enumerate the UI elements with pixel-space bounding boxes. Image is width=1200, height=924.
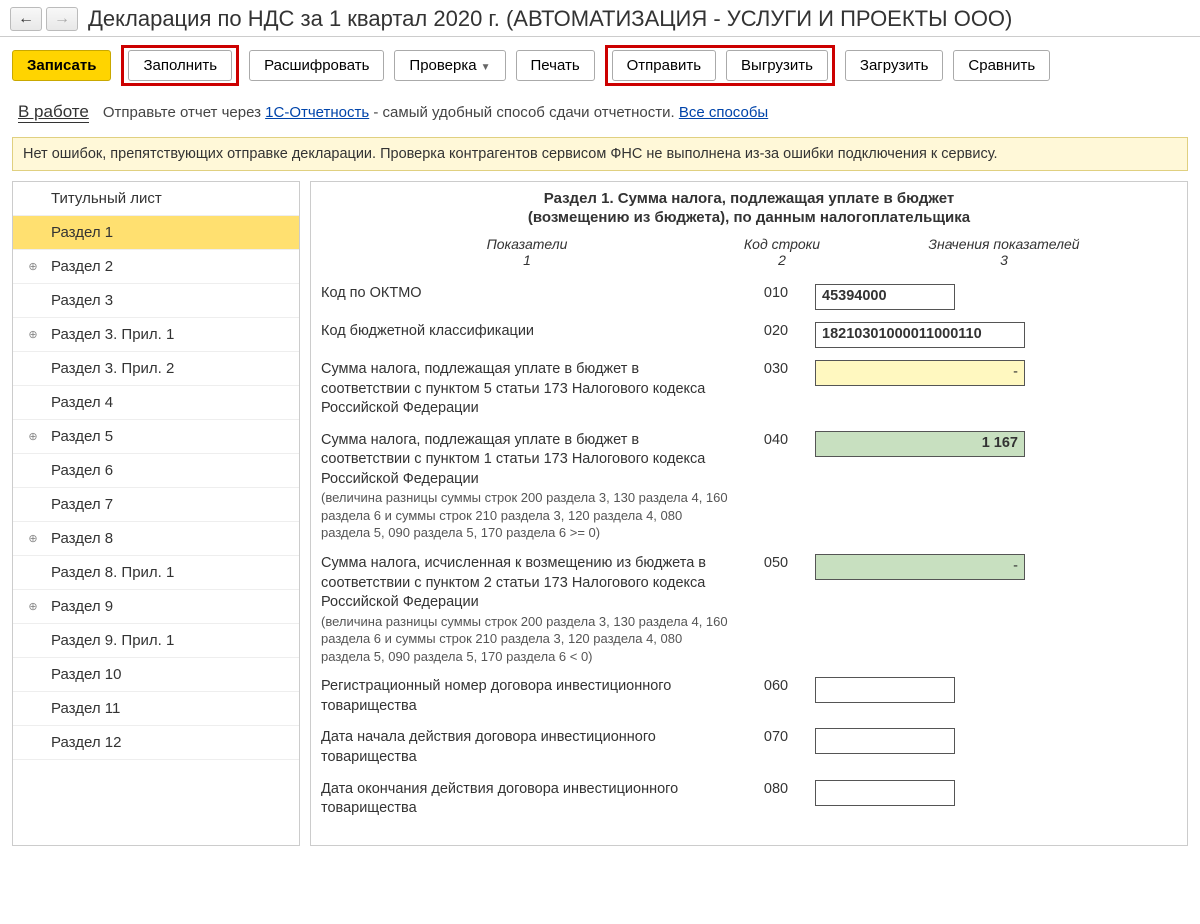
value-field[interactable]: 45394000 bbox=[815, 284, 955, 310]
print-button[interactable]: Печать bbox=[516, 50, 595, 81]
sidebar-item-label: Раздел 3. Прил. 2 bbox=[51, 360, 174, 377]
section-subtitle: (возмещению из бюджета), по данным налог… bbox=[317, 209, 1181, 236]
form-row: Код по ОКТМО01045394000 bbox=[317, 278, 1181, 316]
sidebar-item-label: Титульный лист bbox=[51, 190, 162, 207]
sidebar-item[interactable]: ⊕ Раздел 8 bbox=[13, 522, 299, 556]
sidebar-item-label: Раздел 9. Прил. 1 bbox=[51, 632, 174, 649]
form-row: Регистрационный номер договора инвестици… bbox=[317, 671, 1181, 722]
sidebar-item-label: Раздел 12 bbox=[51, 734, 121, 751]
sidebar-item-label: Раздел 8. Прил. 1 bbox=[51, 564, 174, 581]
form-row: Дата окончания действия договора инвести… bbox=[317, 774, 1181, 825]
value-field[interactable]: - bbox=[815, 554, 1025, 580]
sidebar-item-label: Раздел 8 bbox=[51, 530, 113, 547]
value-field[interactable] bbox=[815, 677, 955, 703]
sidebar-item[interactable]: Раздел 1 bbox=[13, 216, 299, 250]
expand-icon[interactable]: ⊕ bbox=[27, 328, 39, 340]
sidebar-item[interactable]: Раздел 9. Прил. 1 bbox=[13, 624, 299, 658]
column-headers: Показатели1 Код строки2 Значения показат… bbox=[317, 236, 1181, 278]
sidebar-item-label: Раздел 2 bbox=[51, 258, 113, 275]
row-label: Код по ОКТМО bbox=[321, 284, 737, 304]
row-label: Код бюджетной классификации bbox=[321, 322, 737, 342]
sidebar-item[interactable]: ⊕ Раздел 2 bbox=[13, 250, 299, 284]
link-1c-report[interactable]: 1С-Отчетность bbox=[265, 104, 369, 121]
row-label: Сумма налога, исчисленная к возмещению и… bbox=[321, 554, 737, 665]
value-field[interactable]: 18210301000011000110 bbox=[815, 322, 1025, 348]
sidebar-item-label: Раздел 5 bbox=[51, 428, 113, 445]
row-code: 070 bbox=[741, 728, 811, 745]
form-row: Сумма налога, исчисленная к возмещению и… bbox=[317, 548, 1181, 671]
sidebar-item-label: Раздел 3. Прил. 1 bbox=[51, 326, 174, 343]
compare-button[interactable]: Сравнить bbox=[953, 50, 1050, 81]
fill-button[interactable]: Заполнить bbox=[128, 50, 232, 81]
chevron-down-icon: ▼ bbox=[481, 62, 491, 73]
form-row: Код бюджетной классификации0201821030100… bbox=[317, 316, 1181, 354]
status-text: Отправьте отчет через 1С-Отчетность - са… bbox=[103, 104, 768, 121]
link-all-methods[interactable]: Все способы bbox=[679, 104, 768, 121]
sidebar-item-label: Раздел 7 bbox=[51, 496, 113, 513]
page-title: Декларация по НДС за 1 квартал 2020 г. (… bbox=[88, 6, 1012, 32]
row-code: 040 bbox=[741, 431, 811, 448]
sidebar-item[interactable]: Раздел 3. Прил. 2 bbox=[13, 352, 299, 386]
sidebar-item-label: Раздел 10 bbox=[51, 666, 121, 683]
nav-forward-button[interactable]: → bbox=[46, 7, 78, 31]
row-code: 050 bbox=[741, 554, 811, 571]
send-button[interactable]: Отправить bbox=[612, 50, 716, 81]
highlight-send-export: Отправить Выгрузить bbox=[605, 45, 835, 86]
export-button[interactable]: Выгрузить bbox=[726, 50, 828, 81]
save-button[interactable]: Записать bbox=[12, 50, 111, 81]
status-link[interactable]: В работе bbox=[18, 102, 89, 123]
load-button[interactable]: Загрузить bbox=[845, 50, 944, 81]
value-field[interactable]: 1 167 bbox=[815, 431, 1025, 457]
row-label: Дата окончания действия договора инвести… bbox=[321, 780, 737, 819]
row-label: Сумма налога, подлежащая уплате в бюджет… bbox=[321, 360, 737, 419]
sidebar-item[interactable]: Раздел 8. Прил. 1 bbox=[13, 556, 299, 590]
sidebar-item[interactable]: Раздел 6 bbox=[13, 454, 299, 488]
sidebar-item[interactable]: Раздел 12 bbox=[13, 726, 299, 760]
sidebar-item[interactable]: ⊕ Раздел 5 bbox=[13, 420, 299, 454]
row-code: 080 bbox=[741, 780, 811, 797]
sidebar-item[interactable]: ⊕ Раздел 3. Прил. 1 bbox=[13, 318, 299, 352]
section-title: Раздел 1. Сумма налога, подлежащая уплат… bbox=[317, 186, 1181, 209]
row-label: Сумма налога, подлежащая уплате в бюджет… bbox=[321, 431, 737, 542]
value-field[interactable]: - bbox=[815, 360, 1025, 386]
sidebar-item-label: Раздел 3 bbox=[51, 292, 113, 309]
expand-icon[interactable]: ⊕ bbox=[27, 430, 39, 442]
expand-icon[interactable]: ⊕ bbox=[27, 600, 39, 612]
decode-button[interactable]: Расшифровать bbox=[249, 50, 384, 81]
value-field[interactable] bbox=[815, 780, 955, 806]
sidebar-item[interactable]: Раздел 11 bbox=[13, 692, 299, 726]
row-code: 060 bbox=[741, 677, 811, 694]
sidebar-item[interactable]: Раздел 10 bbox=[13, 658, 299, 692]
sidebar: Титульный лист Раздел 1 ⊕ Раздел 2 Раздел 3 ⊕… bbox=[12, 181, 300, 846]
sidebar-item[interactable]: ⊕ Раздел 9 bbox=[13, 590, 299, 624]
row-code: 030 bbox=[741, 360, 811, 377]
row-label: Дата начала действия договора инвестицио… bbox=[321, 728, 737, 767]
row-code: 020 bbox=[741, 322, 811, 339]
check-button[interactable]: Проверка▼ bbox=[394, 50, 505, 81]
sidebar-item[interactable]: Раздел 4 bbox=[13, 386, 299, 420]
main-panel: Раздел 1. Сумма налога, подлежащая уплат… bbox=[310, 181, 1188, 846]
row-code: 010 bbox=[741, 284, 811, 301]
row-hint: (величина разницы суммы строк 200 раздел… bbox=[321, 489, 729, 542]
form-row: Сумма налога, подлежащая уплате в бюджет… bbox=[317, 354, 1181, 425]
sidebar-item-label: Раздел 1 bbox=[51, 224, 113, 241]
row-label: Регистрационный номер договора инвестици… bbox=[321, 677, 737, 716]
sidebar-item-label: Раздел 4 bbox=[51, 394, 113, 411]
sidebar-item[interactable]: Раздел 3 bbox=[13, 284, 299, 318]
sidebar-item-label: Раздел 11 bbox=[51, 700, 120, 717]
sidebar-item-label: Раздел 9 bbox=[51, 598, 113, 615]
expand-icon[interactable]: ⊕ bbox=[27, 260, 39, 272]
sidebar-item[interactable]: Титульный лист bbox=[13, 182, 299, 216]
form-row: Сумма налога, подлежащая уплате в бюджет… bbox=[317, 425, 1181, 548]
sidebar-item[interactable]: Раздел 7 bbox=[13, 488, 299, 522]
sidebar-item-label: Раздел 6 bbox=[51, 462, 113, 479]
row-hint: (величина разницы суммы строк 200 раздел… bbox=[321, 613, 729, 666]
expand-icon[interactable]: ⊕ bbox=[27, 532, 39, 544]
form-row: Дата начала действия договора инвестицио… bbox=[317, 722, 1181, 773]
value-field[interactable] bbox=[815, 728, 955, 754]
nav-back-button[interactable]: ← bbox=[10, 7, 42, 31]
highlight-fill: Заполнить bbox=[121, 45, 239, 86]
info-bar: Нет ошибок, препятствующих отправке декл… bbox=[12, 137, 1188, 171]
